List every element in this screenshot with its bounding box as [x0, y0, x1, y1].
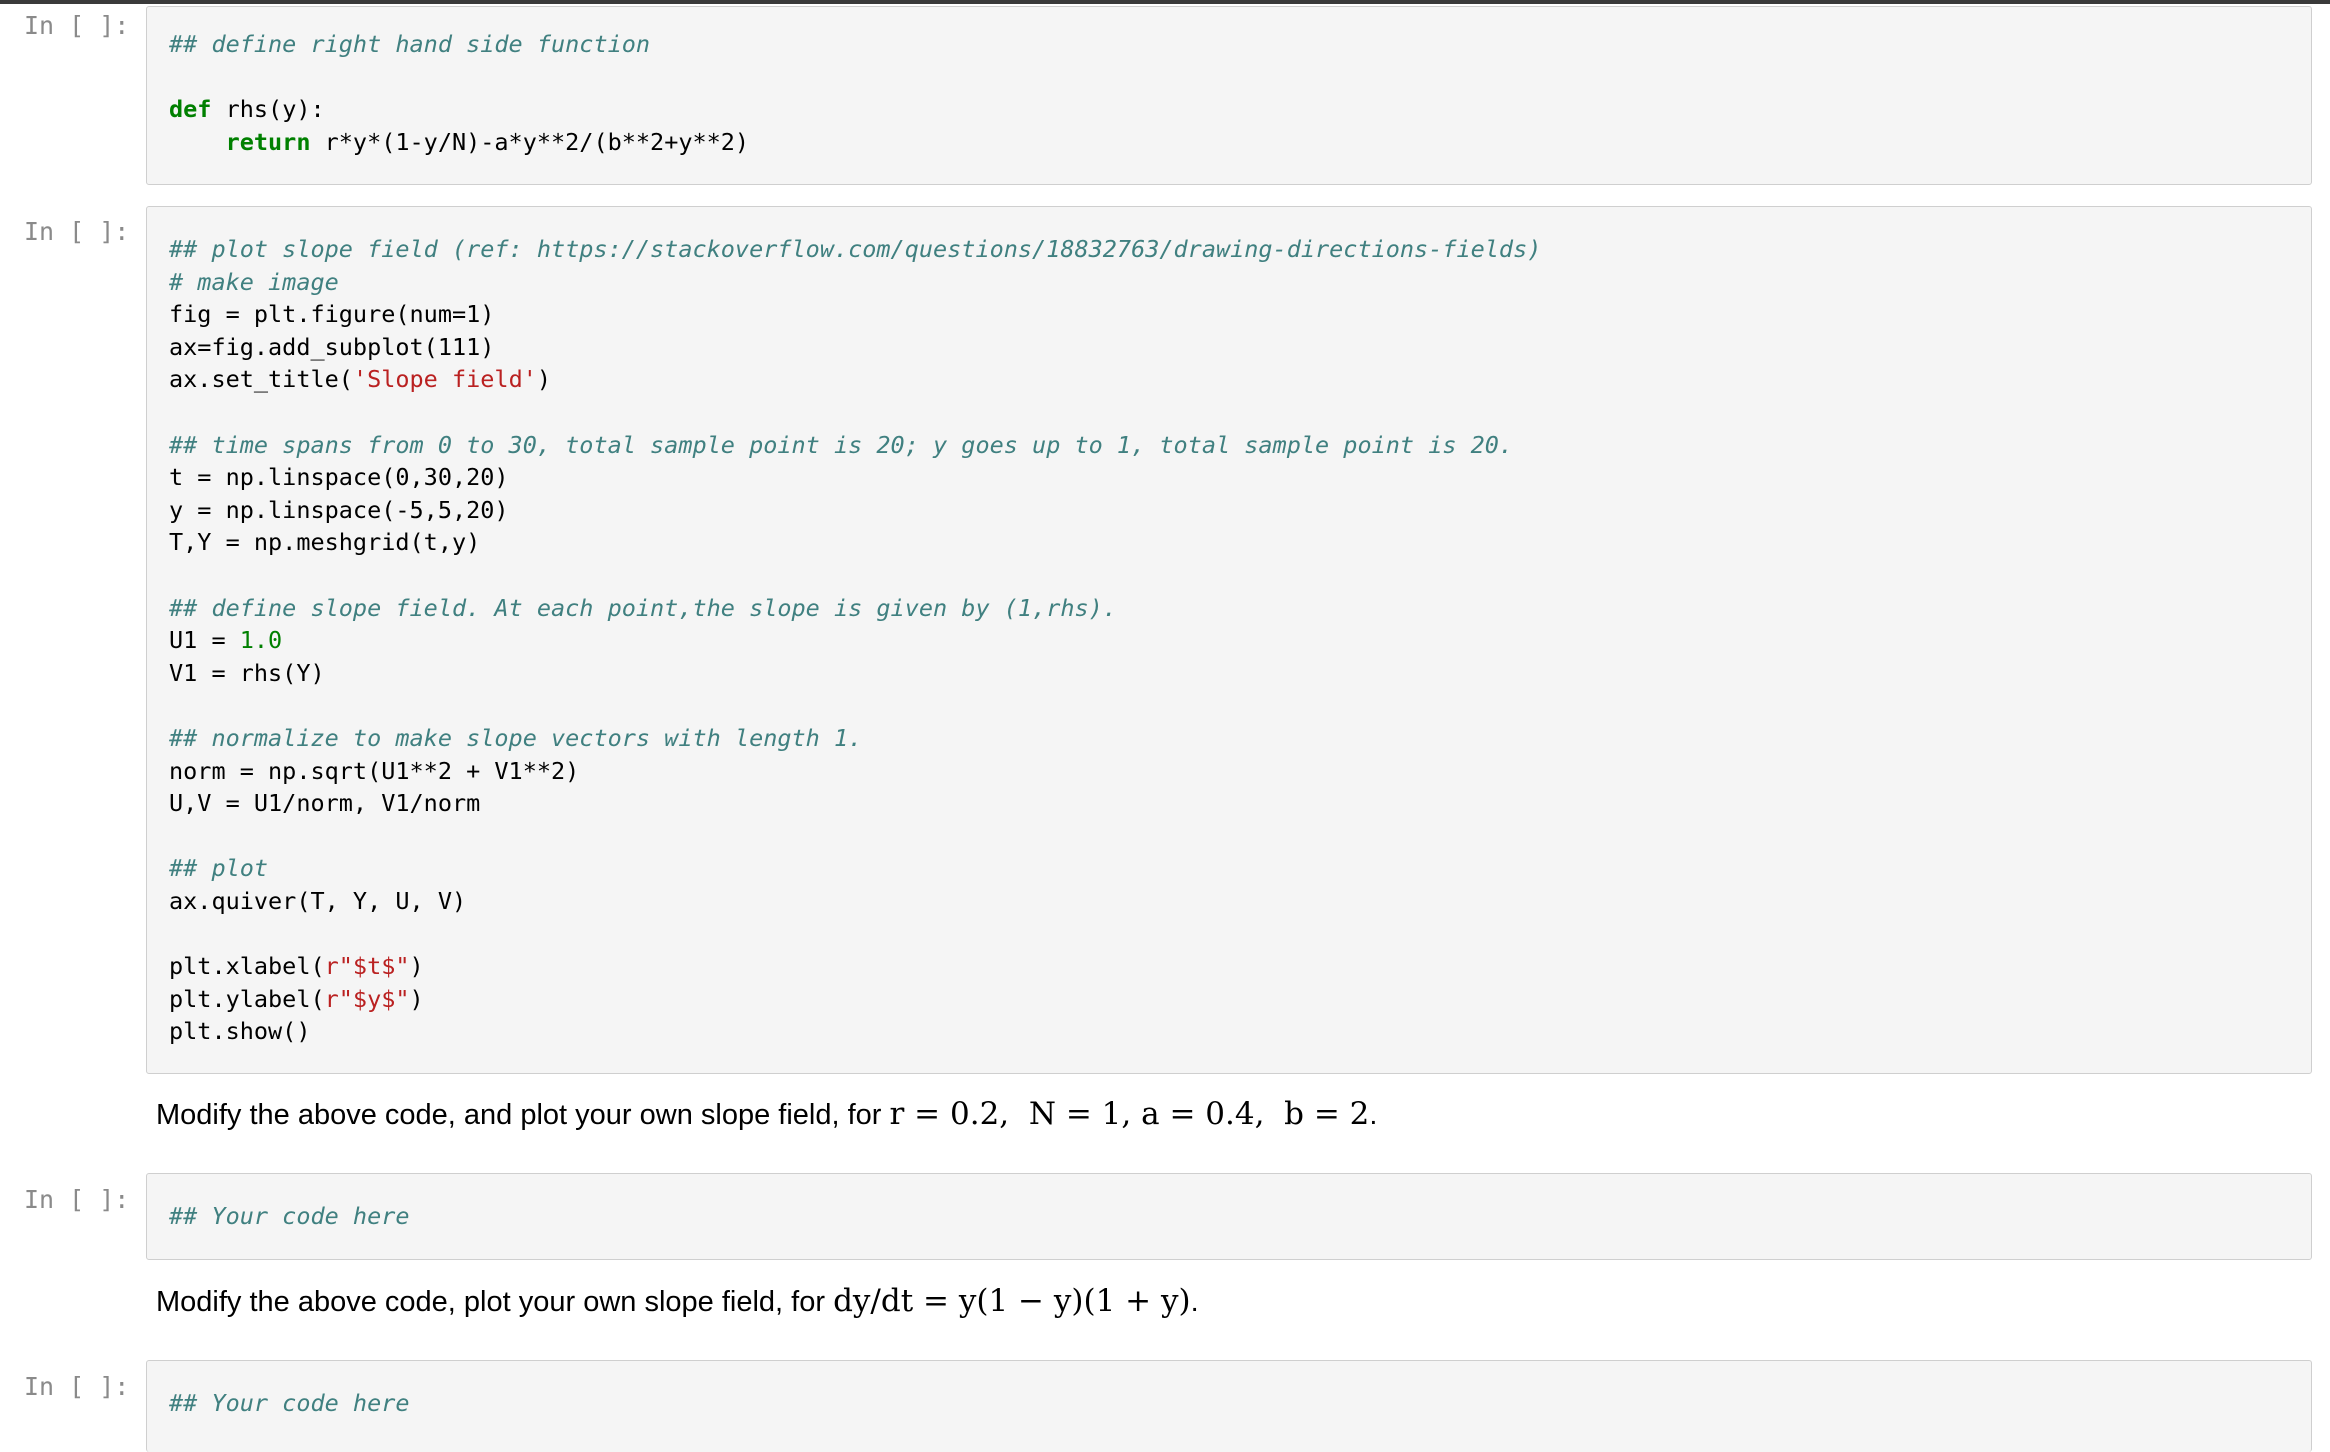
markdown-cell-instructions-1: Modify the above code, and plot your own…	[156, 1096, 1378, 1132]
code-line: plt.ylabel(r"$y$")	[169, 984, 424, 1013]
cell-prompt: In [ ]:	[24, 217, 130, 246]
code-comment: ## define right hand side function	[169, 30, 651, 58]
code-line: return r*y*(1-y/N)-a*y**2/(b**2+y**2)	[225, 127, 750, 156]
code-line: U,V = U1/norm, V1/norm	[169, 789, 481, 818]
markdown-cell-instructions-2: Modify the above code, plot your own slo…	[156, 1283, 1199, 1319]
code-comment: ## define slope field. At each point,the…	[169, 593, 1117, 622]
code-line: T,Y = np.meshgrid(t,y)	[169, 528, 481, 557]
code-editor[interactable]: ## Your code here	[169, 1200, 410, 1233]
code-line: plt.show()	[169, 1017, 311, 1046]
string-literal: 'Slope field'	[352, 365, 537, 394]
code-line: ax.set_title('Slope field')	[169, 365, 552, 394]
keyword-def: def	[169, 95, 212, 124]
code-line: plt.xlabel(r"$t$")	[169, 952, 424, 981]
code-cell-answer-2[interactable]: ## Your code here	[146, 1360, 2312, 1452]
code-line: fig = plt.figure(num=1)	[169, 300, 495, 329]
string-literal: r"$y$"	[324, 984, 410, 1013]
string-literal: r"$t$"	[324, 952, 410, 981]
code-cell-slope-field[interactable]: ## plot slope field (ref: https://stacko…	[146, 206, 2312, 1074]
math-expression: dy/dt = y(1 − y)(1 + y)	[833, 1283, 1191, 1319]
math-expression: r = 0.2, N = 1, a = 0.4, b = 2	[889, 1096, 1370, 1132]
code-line: norm = np.sqrt(U1**2 + V1**2)	[169, 756, 580, 785]
code-line: y = np.linspace(-5,5,20)	[169, 495, 509, 524]
code-comment: ## Your code here	[169, 1389, 410, 1417]
code-cell-answer-1[interactable]: ## Your code here	[146, 1173, 2312, 1260]
code-line: ax=fig.add_subplot(111)	[169, 332, 495, 361]
code-comment: ## plot slope field (ref: https://stacko…	[169, 235, 1542, 263]
code-comment: ## plot	[169, 854, 269, 883]
cell-prompt: In [ ]:	[24, 11, 130, 40]
code-editor[interactable]: ## Your code here	[169, 1387, 410, 1420]
notebook-top-border	[0, 0, 2330, 4]
code-comment: # make image	[169, 267, 339, 296]
code-line: t = np.linspace(0,30,20)	[169, 463, 509, 492]
code-comment: ## normalize to make slope vectors with …	[169, 723, 863, 752]
number-literal: 1.0	[239, 626, 283, 655]
cell-prompt: In [ ]:	[24, 1185, 130, 1214]
code-editor[interactable]: ## define right hand side function def r…	[169, 28, 749, 158]
code-editor[interactable]: ## plot slope field (ref: https://stacko…	[169, 233, 1541, 1048]
code-line: def rhs(y):	[169, 95, 325, 124]
code-line: U1 = 1.0	[169, 626, 283, 655]
code-line: V1 = rhs(Y)	[169, 658, 325, 687]
keyword-return: return	[225, 127, 311, 156]
cell-prompt: In [ ]:	[24, 1372, 130, 1401]
code-cell-rhs[interactable]: ## define right hand side function def r…	[146, 6, 2312, 185]
code-comment: ## time spans from 0 to 30, total sample…	[169, 430, 1514, 459]
code-comment: ## Your code here	[169, 1202, 410, 1230]
code-line: ax.quiver(T, Y, U, V)	[169, 886, 467, 915]
